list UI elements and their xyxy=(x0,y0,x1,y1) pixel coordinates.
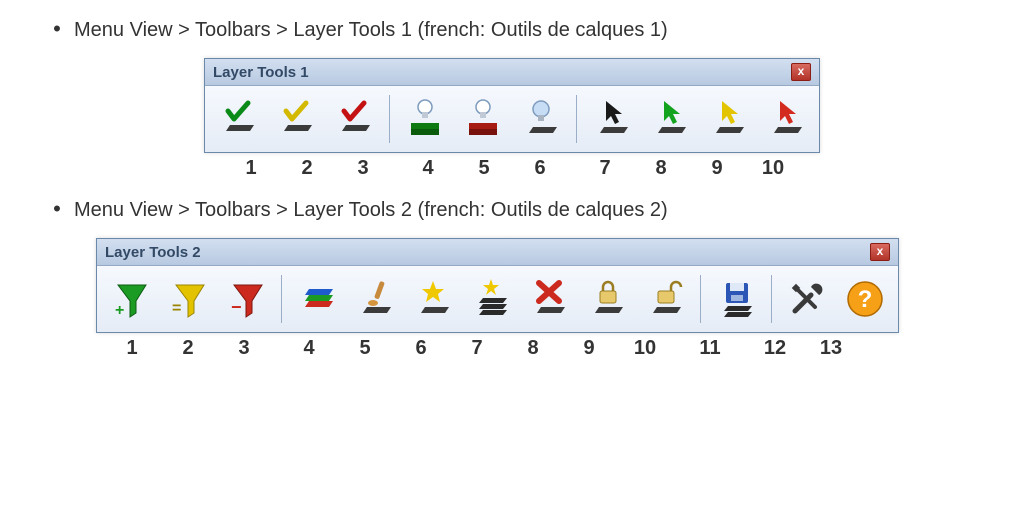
close-button[interactable]: x xyxy=(870,243,890,261)
svg-text:+: + xyxy=(115,302,124,319)
toolbar1-titlebar: Layer Tools 1 x xyxy=(205,59,819,86)
toolbar1-numbers: 1 2 3 4 5 6 7 8 9 10 xyxy=(40,157,984,180)
number-label: 8 xyxy=(505,337,561,360)
separator xyxy=(771,275,772,323)
number-label: 9 xyxy=(561,337,617,360)
number-label: 7 xyxy=(449,337,505,360)
check-yellow-layer-icon[interactable] xyxy=(269,92,323,146)
unlock-layer-icon[interactable] xyxy=(638,272,692,326)
svg-text:−: − xyxy=(231,297,242,317)
number-label: 13 xyxy=(803,337,859,360)
bulb-red-layer-icon[interactable] xyxy=(456,92,510,146)
bullet-dot: • xyxy=(40,198,74,220)
lock-layer-icon[interactable] xyxy=(580,272,634,326)
funnel-green-plus-icon[interactable]: + xyxy=(103,272,157,326)
separator xyxy=(281,275,282,323)
toolbar2-wrap: Layer Tools 2 x + = xyxy=(40,238,984,360)
bulb-green-layer-icon[interactable] xyxy=(398,92,452,146)
number-label: 11 xyxy=(682,337,738,360)
toolbar2-numbers: 1 2 3 4 5 6 7 8 9 10 11 12 13 xyxy=(96,337,984,360)
number-label: 10 xyxy=(617,337,673,360)
separator xyxy=(700,275,701,323)
number-label: 6 xyxy=(393,337,449,360)
number-label: 6 xyxy=(512,157,568,180)
number-label: 4 xyxy=(400,157,456,180)
number-label: 5 xyxy=(337,337,393,360)
svg-text:?: ? xyxy=(858,286,873,313)
spark-stack-layers-icon[interactable] xyxy=(464,272,518,326)
funnel-yellow-equals-icon[interactable]: = xyxy=(161,272,215,326)
delete-layer-icon[interactable] xyxy=(522,272,576,326)
bullet-dot: • xyxy=(40,18,74,40)
help-icon[interactable]: ? xyxy=(838,272,892,326)
number-label: 4 xyxy=(281,337,337,360)
number-label: 3 xyxy=(216,337,272,360)
number-label: 2 xyxy=(160,337,216,360)
number-label: 3 xyxy=(335,157,391,180)
cursor-yellow-layer-icon[interactable] xyxy=(701,92,755,146)
bullet-text-1: Menu View > Toolbars > Layer Tools 1 (fr… xyxy=(74,19,984,42)
toolbar-layer-tools-2: Layer Tools 2 x + = xyxy=(96,238,899,333)
number-label: 9 xyxy=(689,157,745,180)
bullet-text-2: Menu View > Toolbars > Layer Tools 2 (fr… xyxy=(74,199,984,222)
bullet-item-1: • Menu View > Toolbars > Layer Tools 1 (… xyxy=(40,18,984,42)
toolbar2-titlebar: Layer Tools 2 x xyxy=(97,239,898,266)
toolbar1-wrap: Layer Tools 1 x xyxy=(40,58,984,180)
page: • Menu View > Toolbars > Layer Tools 1 (… xyxy=(0,0,1024,388)
number-label: 7 xyxy=(577,157,633,180)
number-label: 8 xyxy=(633,157,689,180)
cursor-black-layer-icon[interactable] xyxy=(585,92,639,146)
bullet-item-2: • Menu View > Toolbars > Layer Tools 2 (… xyxy=(40,198,984,222)
number-label: 10 xyxy=(745,157,801,180)
save-layers-icon[interactable] xyxy=(709,272,763,326)
svg-text:=: = xyxy=(172,300,181,317)
number-label: 1 xyxy=(223,157,279,180)
number-label: 2 xyxy=(279,157,335,180)
rgb-layers-icon[interactable] xyxy=(290,272,344,326)
toolbar2-title: Layer Tools 2 xyxy=(105,244,201,261)
toolbar1-body xyxy=(205,86,819,152)
cursor-green-layer-icon[interactable] xyxy=(643,92,697,146)
tools-settings-icon[interactable] xyxy=(780,272,834,326)
toolbar1-title: Layer Tools 1 xyxy=(213,64,309,81)
spark-new-layer-icon[interactable] xyxy=(406,272,460,326)
brush-layer-icon[interactable] xyxy=(348,272,402,326)
number-label: 12 xyxy=(747,337,803,360)
number-label: 5 xyxy=(456,157,512,180)
funnel-red-minus-icon[interactable]: − xyxy=(219,272,273,326)
bulb-off-layer-icon[interactable] xyxy=(514,92,568,146)
close-button[interactable]: x xyxy=(791,63,811,81)
separator xyxy=(576,95,577,143)
check-green-layer-icon[interactable] xyxy=(211,92,265,146)
toolbar-layer-tools-1: Layer Tools 1 x xyxy=(204,58,820,153)
cursor-red-layer-icon[interactable] xyxy=(759,92,813,146)
toolbar2-body: + = − xyxy=(97,266,898,332)
check-red-layer-icon[interactable] xyxy=(327,92,381,146)
separator xyxy=(389,95,390,143)
number-label: 1 xyxy=(104,337,160,360)
